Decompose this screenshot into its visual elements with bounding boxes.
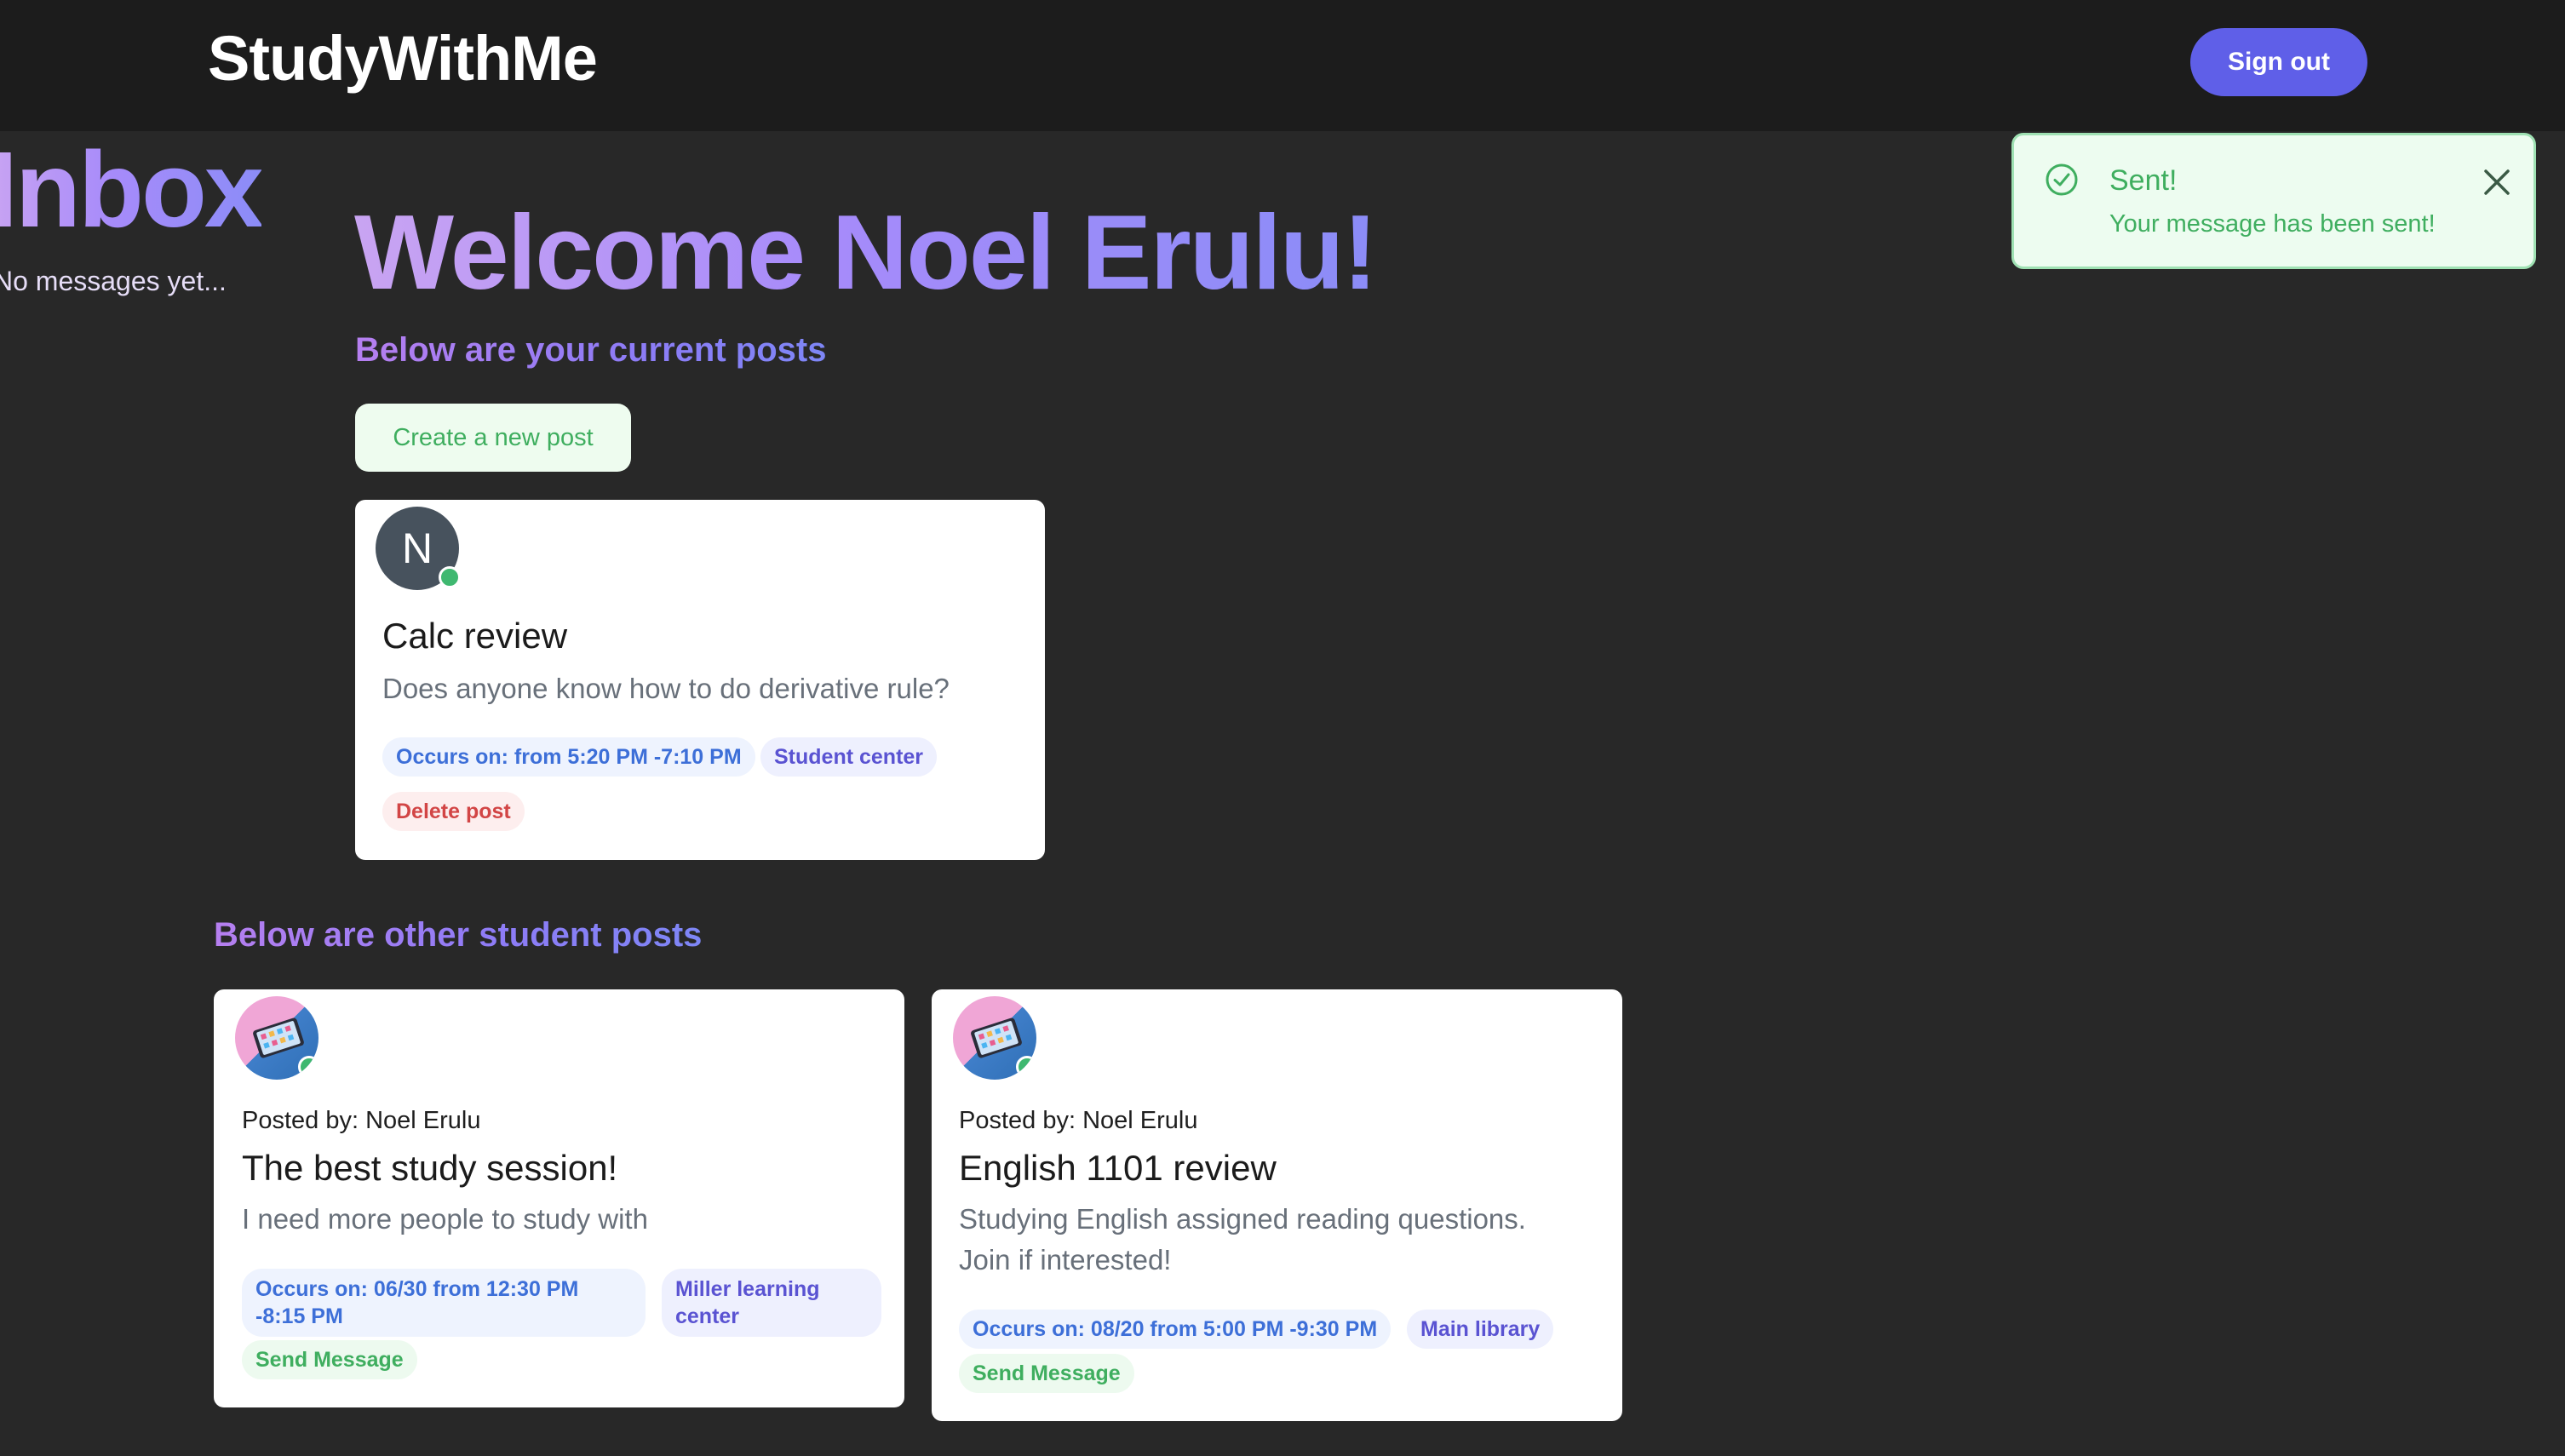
post-location-badge: Student center	[760, 737, 938, 777]
my-post-card: N Calc review Does anyone know how to do…	[355, 500, 1045, 860]
posted-by-label: Posted by: Noel Erulu	[959, 1107, 1198, 1134]
posted-by-label: Posted by: Noel Erulu	[242, 1107, 481, 1134]
post-description: Studying English assigned reading questi…	[959, 1203, 1526, 1275]
sign-out-button[interactable]: Sign out	[2190, 28, 2367, 96]
success-toast: Sent! Your message has been sent!	[2011, 133, 2536, 269]
inbox-empty-text: No messages yet...	[0, 266, 227, 296]
toast-message: Your message has been sent!	[2109, 210, 2436, 238]
top-navbar: StudyWithMe Sign out	[0, 0, 2565, 131]
close-icon[interactable]	[2481, 166, 2513, 198]
online-status-dot	[439, 566, 461, 588]
post-location-badge: Main library	[1407, 1310, 1554, 1349]
online-status-dot	[1016, 1056, 1036, 1078]
current-posts-heading: Below are your current posts	[355, 331, 827, 369]
welcome-heading: Welcome Noel Erulu!	[354, 194, 1378, 312]
toast-title: Sent!	[2109, 164, 2178, 197]
post-title: The best study session!	[242, 1148, 618, 1188]
app-logo[interactable]: StudyWithMe	[208, 22, 598, 95]
post-title: English 1101 review	[959, 1148, 1277, 1188]
post-time-badge: Occurs on: from 5:20 PM -7:10 PM	[382, 737, 755, 777]
delete-post-button[interactable]: Delete post	[382, 792, 525, 831]
avatar	[953, 996, 1036, 1080]
avatar: N	[376, 507, 461, 590]
check-circle-icon	[2046, 163, 2078, 196]
post-time-badge: Occurs on: 06/30 from 12:30 PM -8:15 PM	[242, 1269, 646, 1337]
student-post-card: Posted by: Noel Erulu The best study ses…	[214, 989, 904, 1407]
avatar	[235, 996, 318, 1080]
send-message-button[interactable]: Send Message	[242, 1340, 417, 1379]
post-time-badge: Occurs on: 08/20 from 5:00 PM -9:30 PM	[959, 1310, 1392, 1349]
post-title: Calc review	[382, 616, 568, 656]
other-posts-heading: Below are other student posts	[214, 916, 703, 954]
online-status-dot	[298, 1056, 318, 1078]
student-post-card: Posted by: Noel Erulu English 1101 revie…	[932, 989, 1622, 1421]
inbox-title: Inbox	[0, 128, 264, 251]
avatar-letter: N	[401, 525, 433, 572]
send-message-button[interactable]: Send Message	[959, 1354, 1134, 1393]
create-post-button[interactable]: Create a new post	[355, 404, 631, 472]
post-description: I need more people to study with	[242, 1203, 648, 1235]
post-description: Does anyone know how to do derivative ru…	[382, 673, 950, 704]
post-location-badge: Miller learning center	[662, 1269, 881, 1337]
